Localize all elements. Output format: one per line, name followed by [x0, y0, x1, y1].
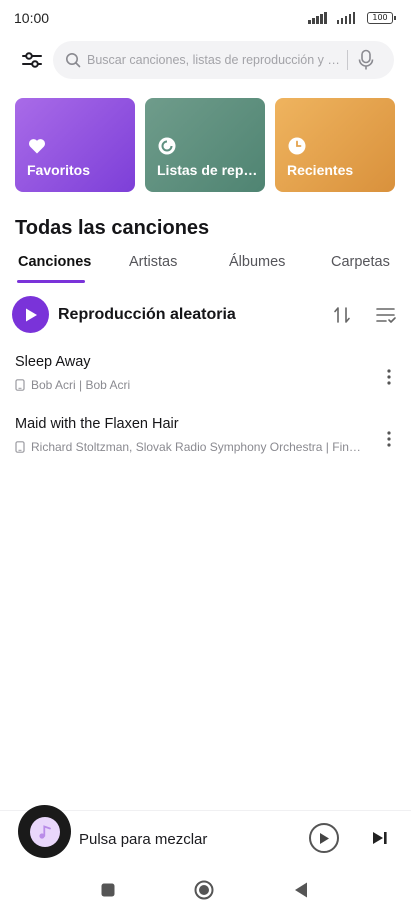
favorites-card-label: Favoritos: [27, 162, 91, 178]
battery-level: 100: [372, 13, 388, 22]
music-note-icon: [29, 816, 60, 847]
battery-icon: 100: [367, 12, 396, 24]
search-divider: [347, 50, 348, 70]
clock-icon: [288, 137, 306, 155]
search-icon: [66, 53, 81, 68]
back-icon[interactable]: [291, 880, 311, 900]
play-icon: [320, 832, 329, 844]
signal-icon: [308, 12, 327, 24]
song-artist-album: Richard Stoltzman, Slovak Radio Symphony…: [31, 440, 361, 454]
tab-albums[interactable]: Álbumes: [229, 254, 285, 270]
phone-storage-icon: [15, 379, 25, 391]
mini-player-label: Pulsa para mezclar: [79, 831, 208, 848]
play-icon: [25, 308, 37, 321]
mic-icon[interactable]: [356, 49, 376, 71]
more-options-icon[interactable]: [380, 366, 398, 388]
recent-apps-icon[interactable]: [98, 880, 118, 900]
more-options-icon[interactable]: [380, 428, 398, 450]
album-art[interactable]: [18, 805, 71, 858]
active-tab-indicator: [17, 280, 85, 283]
playlist-disc-icon: [158, 137, 176, 155]
sort-icon[interactable]: [331, 304, 353, 326]
search-placeholder: Buscar canciones, listas de reproducción…: [87, 53, 343, 67]
song-title: Maid with the Flaxen Hair: [15, 416, 179, 432]
favorites-card[interactable]: Favoritos: [15, 98, 135, 192]
top-bar: Buscar canciones, listas de reproducción…: [0, 40, 411, 80]
home-icon[interactable]: [194, 880, 214, 900]
mini-player[interactable]: Pulsa para mezclar: [0, 805, 411, 866]
shuffle-play-button[interactable]: [12, 296, 49, 333]
shuffle-label[interactable]: Reproducción aleatoria: [58, 306, 236, 324]
tab-songs[interactable]: Canciones: [18, 254, 91, 270]
status-icons: 100: [308, 12, 396, 24]
next-track-icon[interactable]: [371, 830, 389, 846]
search-input[interactable]: Buscar canciones, listas de reproducción…: [53, 41, 394, 79]
phone-storage-icon: [15, 441, 25, 453]
signal-icon: [336, 12, 355, 24]
filter-settings-icon[interactable]: [20, 48, 44, 72]
status-time: 10:00: [14, 10, 50, 26]
heart-icon: [28, 139, 46, 154]
mini-play-button[interactable]: [309, 823, 339, 853]
playlists-card[interactable]: Listas de repro...: [145, 98, 265, 192]
song-title: Sleep Away: [15, 354, 91, 370]
song-row[interactable]: Sleep Away Bob Acri | Bob Acri: [0, 354, 411, 404]
tab-artists[interactable]: Artistas: [129, 254, 177, 270]
recent-card-label: Recientes: [287, 162, 354, 178]
recent-card[interactable]: Recientes: [275, 98, 395, 192]
section-title: Todas las canciones: [15, 217, 210, 239]
multi-select-icon[interactable]: [375, 304, 397, 326]
quick-access-cards: Favoritos Listas de repro... Recientes: [15, 98, 396, 192]
playlists-card-label: Listas de repro...: [157, 162, 261, 178]
tab-folders[interactable]: Carpetas: [331, 254, 390, 270]
song-subtitle: Bob Acri | Bob Acri: [15, 378, 361, 392]
shuffle-row: Reproducción aleatoria: [0, 296, 411, 334]
song-artist-album: Bob Acri | Bob Acri: [31, 378, 131, 392]
song-row[interactable]: Maid with the Flaxen Hair Richard Stoltz…: [0, 416, 411, 466]
status-bar: 10:00 100: [0, 0, 411, 36]
song-subtitle: Richard Stoltzman, Slovak Radio Symphony…: [15, 440, 361, 454]
system-nav-bar: [0, 870, 411, 910]
library-tabs: Canciones Artistas Álbumes Carpetas: [0, 250, 411, 284]
